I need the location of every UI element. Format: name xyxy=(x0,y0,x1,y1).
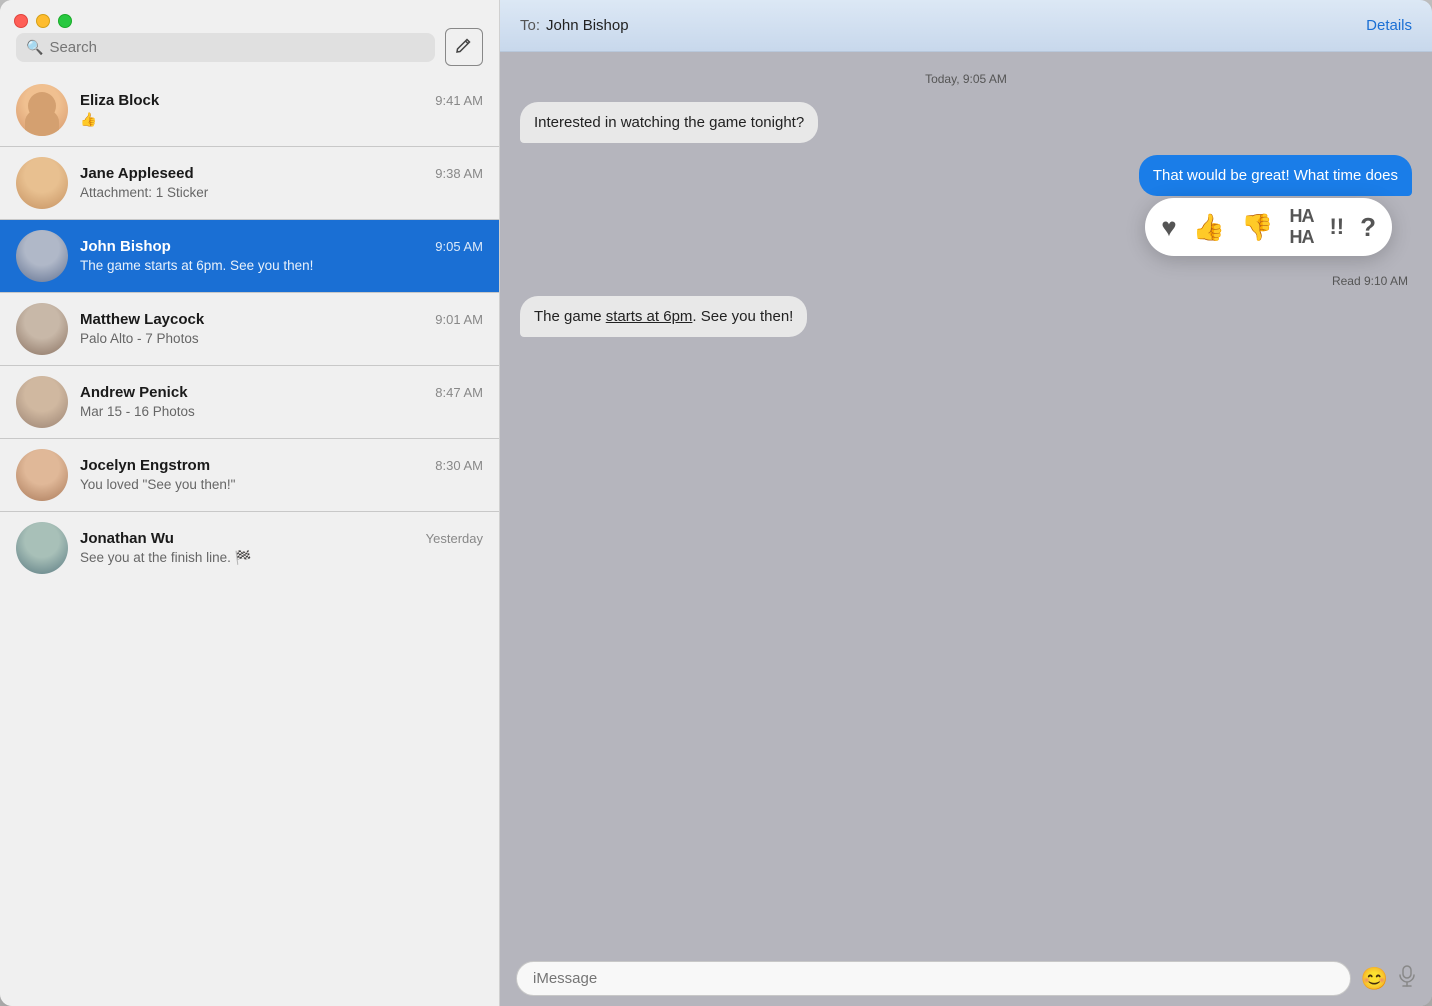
traffic-lights xyxy=(14,14,72,28)
conv-name-john: John Bishop xyxy=(80,238,171,255)
tapback-thumbsup[interactable]: 👍 xyxy=(1193,212,1225,243)
imessage-input[interactable] xyxy=(516,961,1351,996)
close-button[interactable] xyxy=(14,14,28,28)
conv-name-jonathan: Jonathan Wu xyxy=(80,530,174,547)
microphone-button[interactable] xyxy=(1398,965,1416,992)
conv-info-eliza: Eliza Block 9:41 AM 👍 xyxy=(80,92,483,129)
message-text-2: That would be great! What time does xyxy=(1153,167,1398,184)
conv-header-matthew: Matthew Laycock 9:01 AM xyxy=(80,311,483,328)
conversation-item-jonathan[interactable]: Jonathan Wu Yesterday See you at the fin… xyxy=(0,512,499,584)
tapback-haha[interactable]: HAHA xyxy=(1289,206,1313,248)
details-button[interactable]: Details xyxy=(1366,17,1412,34)
conv-info-matthew: Matthew Laycock 9:01 AM Palo Alto - 7 Ph… xyxy=(80,311,483,348)
message-timestamp: Today, 9:05 AM xyxy=(520,72,1412,86)
message-text-1: Interested in watching the game tonight? xyxy=(534,114,804,131)
avatar-andrew xyxy=(16,376,68,428)
compose-icon xyxy=(455,38,473,56)
tapback-popup: ♥ 👍 👎 HAHA !! ? xyxy=(520,198,1412,256)
conv-time-john: 9:05 AM xyxy=(435,239,483,254)
conv-info-jonathan: Jonathan Wu Yesterday See you at the fin… xyxy=(80,530,483,567)
message-row-2: That would be great! What time does xyxy=(520,155,1412,196)
conversation-item-john[interactable]: John Bishop 9:05 AM The game starts at 6… xyxy=(0,220,499,292)
chat-panel: To: John Bishop Details Today, 9:05 AM I… xyxy=(500,0,1432,1006)
conv-preview-andrew: Mar 15 - 16 Photos xyxy=(80,403,483,421)
conv-preview-jonathan: See you at the finish line. 🏁 xyxy=(80,549,483,567)
conv-time-jane: 9:38 AM xyxy=(435,166,483,181)
conv-time-andrew: 8:47 AM xyxy=(435,385,483,400)
search-icon: 🔍 xyxy=(26,39,43,56)
conv-name-andrew: Andrew Penick xyxy=(80,384,188,401)
avatar-john xyxy=(16,230,68,282)
conv-preview-matthew: Palo Alto - 7 Photos xyxy=(80,330,483,348)
emoji-button[interactable]: 😊 xyxy=(1361,966,1388,992)
conv-time-eliza: 9:41 AM xyxy=(435,93,483,108)
message-text-3-part2: . See you then! xyxy=(692,308,793,325)
message-row-3: The game starts at 6pm. See you then! xyxy=(520,296,1412,337)
conversation-item-eliza[interactable]: Eliza Block 9:41 AM 👍 xyxy=(0,74,499,146)
search-input[interactable] xyxy=(49,39,425,56)
sidebar-header: 🔍 xyxy=(0,0,499,74)
conv-header-jocelyn: Jocelyn Engstrom 8:30 AM xyxy=(80,457,483,474)
message-row-1: Interested in watching the game tonight? xyxy=(520,102,1412,143)
avatar-jocelyn xyxy=(16,449,68,501)
conv-preview-john: The game starts at 6pm. See you then! xyxy=(80,257,483,275)
conv-info-jocelyn: Jocelyn Engstrom 8:30 AM You loved "See … xyxy=(80,457,483,494)
microphone-icon xyxy=(1398,965,1416,987)
message-bubble-2: That would be great! What time does xyxy=(1139,155,1412,196)
conversation-item-andrew[interactable]: Andrew Penick 8:47 AM Mar 15 - 16 Photos xyxy=(0,366,499,438)
chat-header: To: John Bishop Details xyxy=(500,0,1432,52)
chat-recipient-name: John Bishop xyxy=(546,17,629,34)
tapback-heart[interactable]: ♥ xyxy=(1161,212,1176,243)
tapback-question[interactable]: ? xyxy=(1360,212,1376,243)
conversation-item-matthew[interactable]: Matthew Laycock 9:01 AM Palo Alto - 7 Ph… xyxy=(0,293,499,365)
avatar-eliza xyxy=(16,84,68,136)
conv-header-jonathan: Jonathan Wu Yesterday xyxy=(80,530,483,547)
main-layout: 🔍 Eliza Block xyxy=(0,0,1432,1006)
tapback-exclaim[interactable]: !! xyxy=(1329,214,1344,240)
conversation-item-jocelyn[interactable]: Jocelyn Engstrom 8:30 AM You loved "See … xyxy=(0,439,499,511)
conv-preview-jane: Attachment: 1 Sticker xyxy=(80,184,483,202)
conv-info-andrew: Andrew Penick 8:47 AM Mar 15 - 16 Photos xyxy=(80,384,483,421)
conv-preview-jocelyn: You loved "See you then!" xyxy=(80,476,483,494)
conv-name-jocelyn: Jocelyn Engstrom xyxy=(80,457,210,474)
chat-to-label: To: xyxy=(520,17,540,34)
conv-time-jocelyn: 8:30 AM xyxy=(435,458,483,473)
chat-messages: Today, 9:05 AM Interested in watching th… xyxy=(500,52,1432,951)
conv-header-andrew: Andrew Penick 8:47 AM xyxy=(80,384,483,401)
conv-preview-eliza: 👍 xyxy=(80,111,483,129)
message-bubble-3: The game starts at 6pm. See you then! xyxy=(520,296,807,337)
search-box[interactable]: 🔍 xyxy=(16,33,435,62)
conv-info-jane: Jane Appleseed 9:38 AM Attachment: 1 Sti… xyxy=(80,165,483,202)
minimize-button[interactable] xyxy=(36,14,50,28)
conv-name-matthew: Matthew Laycock xyxy=(80,311,204,328)
conv-name-jane: Jane Appleseed xyxy=(80,165,194,182)
conv-info-john: John Bishop 9:05 AM The game starts at 6… xyxy=(80,238,483,275)
chat-input-area: 😊 xyxy=(500,951,1432,1006)
conv-time-jonathan: Yesterday xyxy=(426,531,483,546)
conversation-item-jane[interactable]: Jane Appleseed 9:38 AM Attachment: 1 Sti… xyxy=(0,147,499,219)
conv-time-matthew: 9:01 AM xyxy=(435,312,483,327)
conv-header-jane: Jane Appleseed 9:38 AM xyxy=(80,165,483,182)
avatar-jane xyxy=(16,157,68,209)
conv-name-eliza: Eliza Block xyxy=(80,92,159,109)
message-bubble-1: Interested in watching the game tonight? xyxy=(520,102,818,143)
sidebar: 🔍 Eliza Block xyxy=(0,0,500,1006)
conversation-list: Eliza Block 9:41 AM 👍 Jane Appleseed xyxy=(0,74,499,1006)
tapback-bar: ♥ 👍 👎 HAHA !! ? xyxy=(1145,198,1392,256)
message-text-3-part1: The game xyxy=(534,308,606,325)
chat-to: To: John Bishop xyxy=(520,17,629,34)
maximize-button[interactable] xyxy=(58,14,72,28)
avatar-matthew xyxy=(16,303,68,355)
tapback-thumbsdown[interactable]: 👎 xyxy=(1241,212,1273,243)
avatar-jonathan xyxy=(16,522,68,574)
read-receipt: Read 9:10 AM xyxy=(520,274,1412,288)
compose-button[interactable] xyxy=(445,28,483,66)
message-text-3-underline: starts at 6pm xyxy=(606,308,693,325)
conv-header-eliza: Eliza Block 9:41 AM xyxy=(80,92,483,109)
conv-header-john: John Bishop 9:05 AM xyxy=(80,238,483,255)
messages-window: 🔍 Eliza Block xyxy=(0,0,1432,1006)
